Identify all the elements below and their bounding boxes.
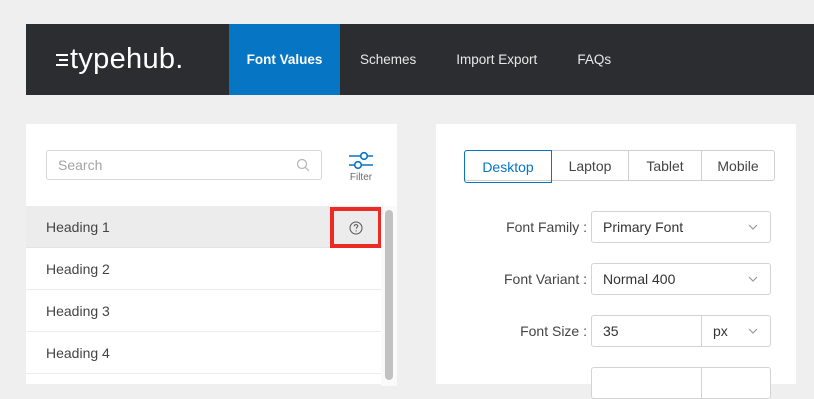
list-item-heading-3[interactable]: Heading 3 <box>26 290 381 332</box>
search-box <box>46 150 322 180</box>
tab-laptop[interactable]: Laptop <box>552 151 629 180</box>
scrollbar-thumb[interactable] <box>385 210 393 380</box>
font-family-row: Font Family : Primary Font <box>436 211 796 243</box>
font-variant-value: Normal 400 <box>603 271 676 287</box>
font-variant-label: Font Variant : <box>503 271 587 287</box>
font-family-select[interactable]: Primary Font <box>591 211 771 243</box>
next-field-input[interactable] <box>591 367 702 399</box>
chevron-down-icon <box>748 224 758 230</box>
font-list-panel: Filter Heading 1 Heading 2 Heading 3 Hea… <box>26 124 397 386</box>
search-input[interactable] <box>47 151 288 179</box>
nav-font-values[interactable]: Font Values <box>229 24 340 95</box>
font-size-value: 35 <box>603 323 619 339</box>
help-button[interactable] <box>330 207 382 248</box>
font-size-input[interactable]: 35 <box>591 315 702 347</box>
font-size-unit: px <box>713 323 728 339</box>
list-item-label: Heading 1 <box>46 218 110 235</box>
font-element-list: Heading 1 Heading 2 Heading 3 Heading 4 <box>26 206 382 374</box>
font-size-label: Font Size : <box>520 323 587 339</box>
list-item-label: Heading 4 <box>46 344 110 361</box>
sliders-icon <box>349 151 373 170</box>
font-size-row: Font Size : 35 px <box>436 315 796 347</box>
list-item-heading-1[interactable]: Heading 1 <box>26 206 382 248</box>
logo-lines-icon <box>56 53 68 66</box>
list-item-heading-2[interactable]: Heading 2 <box>26 248 381 290</box>
nav-import-export[interactable]: Import Export <box>436 24 557 95</box>
list-scrollbar[interactable] <box>381 206 397 386</box>
search-icon[interactable] <box>296 158 310 172</box>
font-settings-panel: Desktop Laptop Tablet Mobile Font Family… <box>436 124 796 399</box>
font-family-value: Primary Font <box>603 219 684 235</box>
next-field-row <box>436 367 796 399</box>
list-item-label: Heading 3 <box>46 302 110 319</box>
nav-schemes[interactable]: Schemes <box>340 24 436 95</box>
filter-button[interactable]: Filter <box>345 151 377 185</box>
chevron-down-icon <box>748 276 758 282</box>
top-navbar: typehub. Font Values Schemes Import Expo… <box>26 24 814 95</box>
question-circle-icon <box>349 221 363 234</box>
font-family-label: Font Family : <box>506 219 587 235</box>
tab-tablet[interactable]: Tablet <box>629 151 702 180</box>
nav-faqs[interactable]: FAQs <box>557 24 631 95</box>
brand-name: typehub. <box>70 43 184 75</box>
chevron-down-icon <box>748 328 758 334</box>
brand-logo[interactable]: typehub. <box>26 24 229 95</box>
next-field-unit-select[interactable] <box>701 367 771 399</box>
filter-label: Filter <box>349 172 373 183</box>
font-variant-select[interactable]: Normal 400 <box>591 263 771 295</box>
list-item-heading-4[interactable]: Heading 4 <box>26 332 381 374</box>
tab-mobile[interactable]: Mobile <box>702 151 774 180</box>
font-variant-row: Font Variant : Normal 400 <box>436 263 796 295</box>
font-size-unit-select[interactable]: px <box>701 315 771 347</box>
tab-desktop[interactable]: Desktop <box>464 150 552 183</box>
device-tabs: Desktop Laptop Tablet Mobile <box>464 150 775 183</box>
list-item-label: Heading 2 <box>46 260 110 277</box>
